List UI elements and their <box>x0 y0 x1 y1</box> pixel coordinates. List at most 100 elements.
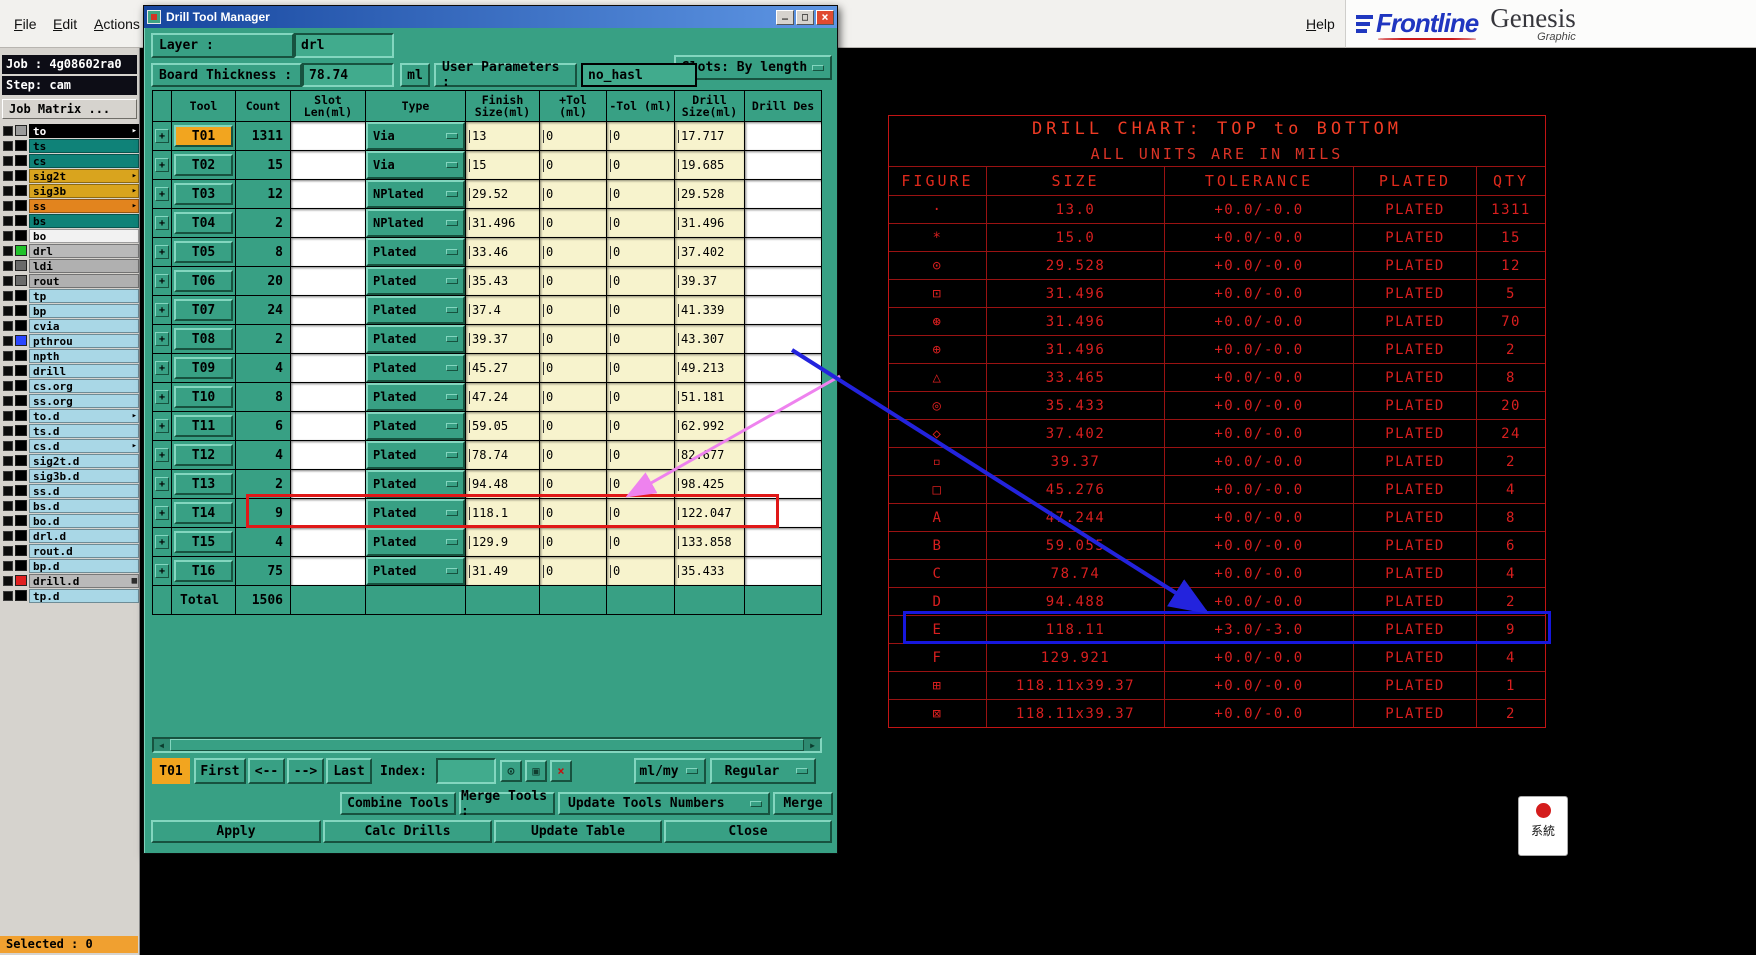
plus-tol-input[interactable]: 0 <box>540 528 606 556</box>
minus-tol-input[interactable]: 0 <box>607 412 674 440</box>
finish-size-input[interactable]: 129.9 <box>466 528 539 556</box>
layer-row[interactable]: sig2t.d <box>1 453 139 468</box>
tool-button[interactable]: T08 <box>174 328 233 350</box>
drill-des-input[interactable] <box>745 180 821 208</box>
layer-color-swatch[interactable] <box>15 500 27 511</box>
layer-visibility-checkbox[interactable] <box>3 590 13 601</box>
layer-name-label[interactable]: ss.org <box>29 393 139 408</box>
layer-visibility-checkbox[interactable] <box>3 200 13 211</box>
layer-color-swatch[interactable] <box>15 380 27 391</box>
type-dropdown[interactable]: Plated <box>366 325 465 353</box>
tool-button[interactable]: T10 <box>174 386 233 408</box>
layer-row[interactable]: sig3b ▸ <box>1 183 139 198</box>
tool-button[interactable]: T14 <box>174 502 233 524</box>
drill-size-input[interactable]: 31.496 <box>675 209 744 237</box>
drill-icon-button[interactable]: + <box>155 564 169 578</box>
layer-row[interactable]: ts <box>1 138 139 153</box>
drill-icon-button[interactable]: + <box>155 245 169 259</box>
layer-color-swatch[interactable] <box>15 365 27 376</box>
layer-color-swatch[interactable] <box>15 245 27 256</box>
drill-des-input[interactable] <box>745 441 821 469</box>
drill-des-input[interactable] <box>745 383 821 411</box>
drill-icon-button[interactable]: + <box>155 158 169 172</box>
minus-tol-input[interactable]: 0 <box>607 354 674 382</box>
plus-tol-input[interactable]: 0 <box>540 354 606 382</box>
layer-visibility-checkbox[interactable] <box>3 545 13 556</box>
drill-icon-button[interactable]: + <box>155 390 169 404</box>
layer-color-swatch[interactable] <box>15 455 27 466</box>
drill-size-input[interactable]: 35.433 <box>675 557 744 585</box>
tool-button[interactable]: T01 <box>174 125 233 147</box>
scroll-right-arrow-icon[interactable]: ▶ <box>806 740 819 751</box>
plus-tol-input[interactable]: 0 <box>540 267 606 295</box>
layer-name-label[interactable]: ss ▸ <box>29 198 139 213</box>
drill-icon-button[interactable]: + <box>155 303 169 317</box>
plus-tol-input[interactable]: 0 <box>540 209 606 237</box>
slot-len-input[interactable] <box>291 325 365 353</box>
slots-dropdown[interactable]: Slots: By length <box>674 55 832 80</box>
layer-name-label[interactable]: ts.d <box>29 423 139 438</box>
layer-visibility-checkbox[interactable] <box>3 425 13 436</box>
type-dropdown[interactable]: Plated <box>366 296 465 324</box>
menu-actions[interactable]: Actions <box>94 16 140 32</box>
tool-button[interactable]: T13 <box>174 473 233 495</box>
finish-size-input[interactable]: 29.52 <box>466 180 539 208</box>
plus-tol-input[interactable]: 0 <box>540 557 606 585</box>
plus-tol-input[interactable]: 0 <box>540 412 606 440</box>
layer-visibility-checkbox[interactable] <box>3 455 13 466</box>
layer-name-label[interactable]: drl.d <box>29 528 139 543</box>
first-button[interactable]: First <box>194 758 246 784</box>
layer-name-label[interactable]: cvia <box>29 318 139 333</box>
type-dropdown[interactable]: Via <box>366 122 465 150</box>
finish-size-input[interactable]: 37.4 <box>466 296 539 324</box>
layer-visibility-checkbox[interactable] <box>3 290 13 301</box>
layer-color-swatch[interactable] <box>15 320 27 331</box>
layer-row[interactable]: drill <box>1 363 139 378</box>
minus-tol-input[interactable]: 0 <box>607 441 674 469</box>
plus-tol-input[interactable]: 0 <box>540 296 606 324</box>
layer-visibility-checkbox[interactable] <box>3 260 13 271</box>
layer-name-label[interactable]: rout.d <box>29 543 139 558</box>
layer-row[interactable]: cs.d ▸ <box>1 438 139 453</box>
drill-des-input[interactable] <box>745 267 821 295</box>
system-tray-popup[interactable]: 系統 <box>1518 796 1568 856</box>
layer-color-swatch[interactable] <box>15 440 27 451</box>
layer-name-label[interactable]: sig3b ▸ <box>29 183 139 198</box>
layer-row[interactable]: bo.d <box>1 513 139 528</box>
layer-row[interactable]: pthrou <box>1 333 139 348</box>
layer-visibility-checkbox[interactable] <box>3 185 13 196</box>
tool-button[interactable]: T03 <box>174 183 233 205</box>
layer-color-swatch[interactable] <box>15 275 27 286</box>
drill-icon-button[interactable]: + <box>155 332 169 346</box>
layer-name-label[interactable]: bp <box>29 303 139 318</box>
update-tools-numbers-dropdown[interactable]: Update Tools Numbers <box>558 792 770 815</box>
drill-icon-button[interactable]: + <box>155 361 169 375</box>
layer-color-swatch[interactable] <box>15 515 27 526</box>
type-dropdown[interactable]: Via <box>366 151 465 179</box>
drill-size-input[interactable]: 37.402 <box>675 238 744 266</box>
drill-size-input[interactable]: 62.992 <box>675 412 744 440</box>
drill-icon-button[interactable]: + <box>155 448 169 462</box>
tool-button[interactable]: T06 <box>174 270 233 292</box>
layer-visibility-checkbox[interactable] <box>3 515 13 526</box>
layer-visibility-checkbox[interactable] <box>3 305 13 316</box>
merge-button[interactable]: Merge <box>773 792 833 815</box>
layer-color-swatch[interactable] <box>15 545 27 556</box>
layer-visibility-checkbox[interactable] <box>3 275 13 286</box>
layer-visibility-checkbox[interactable] <box>3 410 13 421</box>
slot-len-input[interactable] <box>291 383 365 411</box>
layer-visibility-checkbox[interactable] <box>3 350 13 361</box>
mode-dropdown[interactable]: Regular <box>710 758 816 784</box>
layer-row[interactable]: rout <box>1 273 139 288</box>
layer-color-swatch[interactable] <box>15 560 27 571</box>
layer-visibility-checkbox[interactable] <box>3 230 13 241</box>
finish-size-input[interactable]: 13 <box>466 122 539 150</box>
layer-name-label[interactable]: bs.d <box>29 498 139 513</box>
type-dropdown[interactable]: Plated <box>366 412 465 440</box>
layer-name-label[interactable]: sig2t.d <box>29 453 139 468</box>
layer-row[interactable]: bp.d <box>1 558 139 573</box>
layer-row[interactable]: ss ▸ <box>1 198 139 213</box>
tool-button[interactable]: T07 <box>174 299 233 321</box>
minus-tol-input[interactable]: 0 <box>607 557 674 585</box>
layer-name-label[interactable]: bo <box>29 228 139 243</box>
